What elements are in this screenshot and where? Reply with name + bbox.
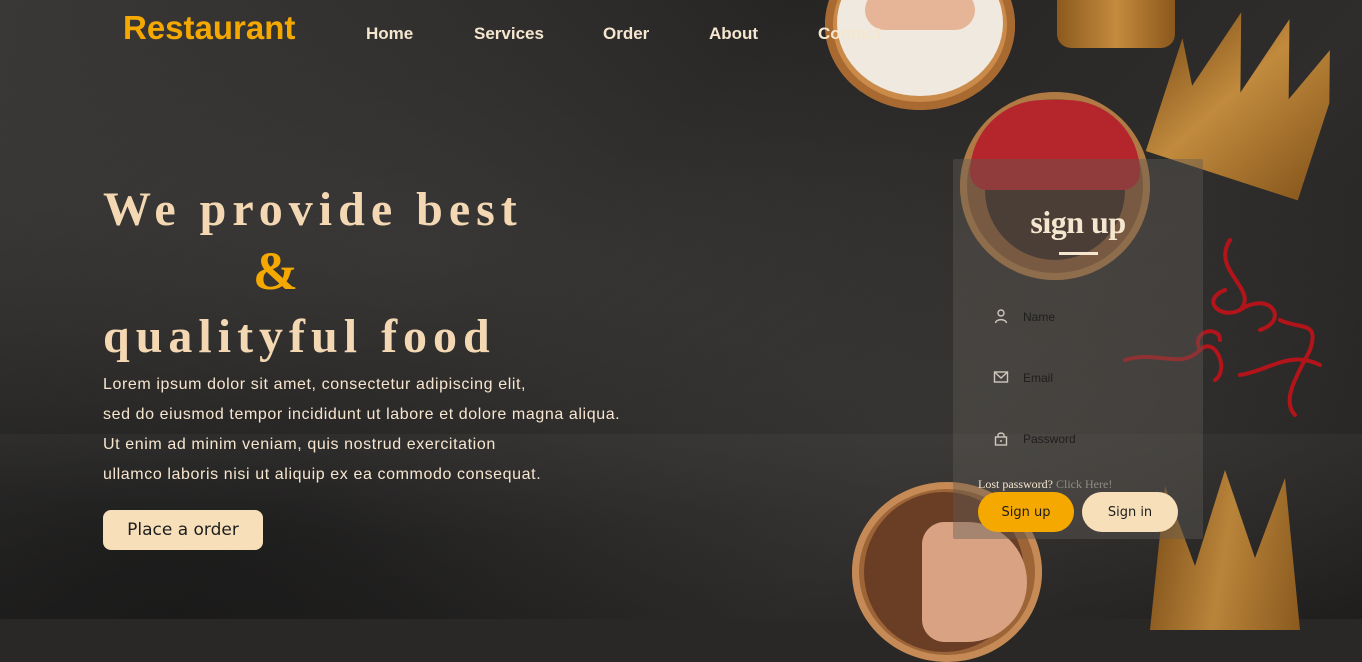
hero-ampersand: & — [253, 241, 298, 301]
nav-contact[interactable]: Contact — [818, 24, 881, 44]
place-order-button[interactable]: Place a order — [103, 510, 263, 550]
hero-description: Lorem ipsum dolor sit amet, consectetur … — [103, 370, 620, 490]
signin-button[interactable]: Sign in — [1082, 492, 1178, 532]
name-field — [993, 305, 1178, 329]
name-input[interactable] — [1023, 305, 1173, 329]
nav-services[interactable]: Services — [474, 24, 544, 44]
hero-description-line: Lorem ipsum dolor sit amet, consectetur … — [103, 376, 527, 393]
signup-panel: sign up Lost password? Click Here! Sign … — [953, 159, 1203, 539]
paper-crown-image — [1057, 0, 1175, 48]
hero-description-line: ullamco laboris nisi ut aliquip ex ea co… — [103, 466, 542, 483]
lost-password-text: Lost password? Click Here! — [978, 477, 1112, 492]
click-here-link[interactable]: Click Here! — [1056, 477, 1112, 491]
signup-button[interactable]: Sign up — [978, 492, 1074, 532]
password-input[interactable] — [1023, 427, 1173, 451]
envelope-icon — [993, 371, 1009, 383]
password-field — [993, 427, 1178, 451]
signup-title: sign up — [1030, 204, 1126, 240]
title-underline — [1059, 252, 1098, 255]
email-field — [993, 366, 1178, 390]
user-icon — [994, 309, 1008, 324]
hero-description-line: Ut enim ad minim veniam, quis nostrud ex… — [103, 436, 496, 453]
hero-title-line-2: qualityful food — [103, 310, 496, 363]
email-input[interactable] — [1023, 366, 1173, 390]
hero-title-line-1: We provide best — [103, 183, 523, 236]
hero-description-line: sed do eiusmod tempor incididunt ut labo… — [103, 406, 621, 423]
nav-home[interactable]: Home — [366, 24, 413, 44]
brand-logo[interactable]: Restaurant — [123, 9, 295, 47]
nav-about[interactable]: About — [709, 24, 758, 44]
lost-password-label: Lost password? — [978, 477, 1053, 491]
lock-icon — [994, 432, 1008, 446]
nav-order[interactable]: Order — [603, 24, 649, 44]
